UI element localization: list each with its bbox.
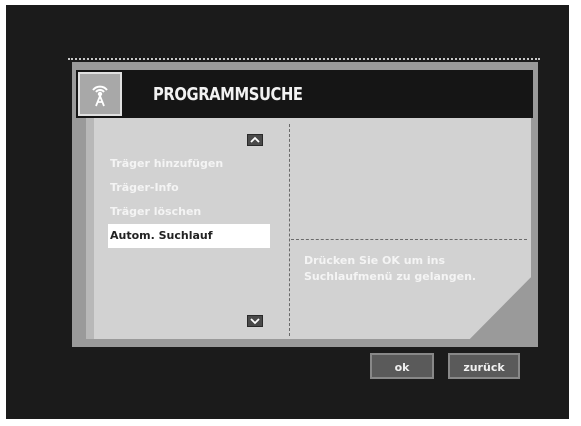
chevron-up-icon [250, 136, 260, 143]
menu-item-auto-search[interactable]: Autom. Suchlauf [108, 224, 270, 248]
antenna-icon [78, 72, 122, 116]
scroll-up-button[interactable] [247, 134, 263, 146]
menu-item-carrier-info[interactable]: Träger-Info [108, 176, 270, 200]
info-text: Drücken Sie OK um ins Suchlaufmenü zu ge… [304, 254, 477, 283]
menu-item-add-carrier[interactable]: Träger hinzufügen [108, 152, 270, 176]
search-menu: Träger hinzufügen Träger-Info Träger lös… [108, 152, 270, 248]
chevron-down-icon [250, 318, 260, 325]
menu-item-delete-carrier[interactable]: Träger löschen [108, 200, 270, 224]
ok-button[interactable]: ok [370, 353, 434, 379]
page-title: PROGRAMMSUCHE [153, 84, 303, 105]
panel-top-border [68, 58, 540, 60]
info-divider [291, 239, 527, 240]
panel-left-strip [86, 118, 94, 339]
column-divider [289, 124, 290, 336]
scroll-down-button[interactable] [247, 315, 263, 327]
title-bar [76, 70, 533, 118]
back-button[interactable]: zurück [448, 353, 520, 379]
